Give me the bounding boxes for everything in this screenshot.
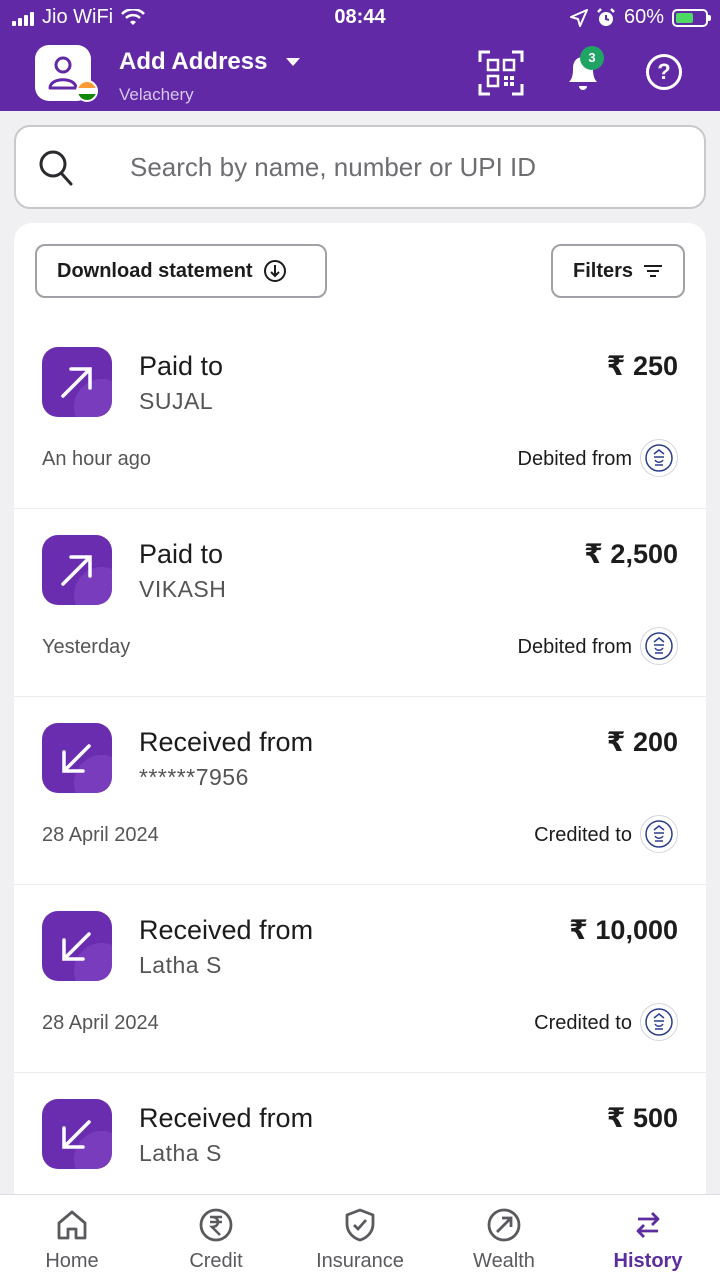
transaction-party: Latha S bbox=[139, 952, 222, 978]
swap-arrows-icon bbox=[636, 1212, 660, 1238]
address-location: Velachery bbox=[119, 85, 194, 104]
transaction-account-label: Credited to bbox=[534, 824, 632, 846]
transaction-date: An hour ago bbox=[42, 448, 151, 470]
filter-icon bbox=[644, 265, 663, 277]
app-header: Jio WiFi 08:44 60% Add Address Velachery… bbox=[0, 0, 720, 111]
nav-credit-label: Credit bbox=[189, 1250, 243, 1272]
alarm-icon bbox=[597, 7, 615, 26]
transaction-date: Yesterday bbox=[42, 636, 131, 658]
transaction-party: Latha S bbox=[139, 1140, 222, 1166]
nav-insurance[interactable]: Insurance bbox=[288, 1195, 432, 1280]
transaction-account-label: Credited to bbox=[534, 1012, 632, 1034]
transaction-row[interactable]: Received from Latha S ₹ 10,000 28 April … bbox=[14, 885, 706, 1073]
transaction-row[interactable]: Paid to SUJAL ₹ 250 An hour ago Debited … bbox=[14, 321, 706, 509]
transaction-account-label: Debited from bbox=[517, 448, 633, 470]
transaction-type: Received from bbox=[139, 915, 314, 945]
transaction-row[interactable]: Paid to VIKASH ₹ 2,500 Yesterday Debited… bbox=[14, 509, 706, 697]
chevron-down-icon[interactable] bbox=[286, 58, 300, 66]
transaction-amount: ₹ 10,000 bbox=[569, 915, 678, 945]
paid-arrow-icon bbox=[42, 347, 112, 417]
transaction-type: Received from bbox=[139, 1103, 314, 1133]
nav-credit[interactable]: Credit bbox=[144, 1195, 288, 1280]
transaction-date: 28 April 2024 bbox=[42, 824, 159, 846]
nav-history[interactable]: History bbox=[576, 1195, 720, 1280]
nav-wealth[interactable]: Wealth bbox=[432, 1195, 576, 1280]
nav-wealth-label: Wealth bbox=[473, 1250, 535, 1272]
nav-home-label: Home bbox=[45, 1250, 99, 1272]
received-arrow-icon bbox=[42, 911, 112, 981]
search-input[interactable] bbox=[130, 147, 690, 187]
qr-scan-button[interactable] bbox=[478, 50, 524, 96]
qr-code-icon bbox=[478, 50, 524, 96]
transaction-amount: ₹ 500 bbox=[606, 1103, 678, 1133]
paid-arrow-icon bbox=[42, 535, 112, 605]
download-icon bbox=[263, 260, 286, 282]
help-button[interactable]: ? bbox=[646, 54, 682, 90]
india-flag-icon bbox=[76, 80, 98, 102]
transaction-amount: ₹ 2,500 bbox=[584, 539, 678, 569]
address-title[interactable]: Add Address bbox=[119, 48, 267, 76]
nav-insurance-label: Insurance bbox=[316, 1250, 404, 1272]
bank-logo-icon bbox=[640, 1003, 678, 1041]
status-bar: Jio WiFi 08:44 60% bbox=[0, 0, 720, 36]
download-statement-label: Download statement bbox=[57, 259, 253, 282]
transaction-party: VIKASH bbox=[139, 576, 227, 602]
rupee-icon bbox=[199, 1208, 233, 1242]
bank-logo-icon bbox=[640, 815, 678, 853]
notification-badge: 3 bbox=[580, 46, 604, 70]
transaction-type: Received from bbox=[139, 727, 314, 757]
transaction-account-label: Debited from bbox=[517, 636, 633, 658]
transaction-type: Paid to bbox=[139, 539, 224, 569]
transaction-date: 28 April 2024 bbox=[42, 1012, 159, 1034]
download-statement-button[interactable]: Download statement bbox=[35, 244, 327, 298]
nav-home[interactable]: Home bbox=[0, 1195, 144, 1280]
history-panel: Download statement Filters Paid to SUJAL… bbox=[14, 223, 706, 1280]
search-icon bbox=[39, 150, 73, 186]
battery-percent: 60% bbox=[623, 6, 664, 28]
transaction-type: Paid to bbox=[139, 351, 224, 381]
bank-logo-icon bbox=[640, 627, 678, 665]
nav-history-label: History bbox=[613, 1250, 683, 1272]
received-arrow-icon bbox=[42, 723, 112, 793]
transaction-party: ******7956 bbox=[139, 764, 249, 790]
bottom-navigation: Home Credit Insurance Wealth History bbox=[0, 1194, 720, 1280]
compass-arrow-icon bbox=[487, 1208, 521, 1242]
received-arrow-icon bbox=[42, 1099, 112, 1169]
shield-check-icon bbox=[345, 1208, 375, 1242]
home-icon bbox=[57, 1210, 87, 1240]
transaction-amount: ₹ 200 bbox=[606, 727, 678, 757]
battery-icon bbox=[672, 8, 711, 27]
location-arrow-icon bbox=[569, 8, 588, 27]
bank-logo-icon bbox=[640, 439, 678, 477]
transaction-party: SUJAL bbox=[139, 388, 214, 414]
filters-button[interactable]: Filters bbox=[551, 244, 685, 298]
filters-label: Filters bbox=[573, 259, 634, 282]
transaction-row[interactable]: Received from ******7956 ₹ 200 28 April … bbox=[14, 697, 706, 885]
search-bar[interactable] bbox=[14, 125, 706, 209]
status-right: 60% bbox=[569, 6, 711, 29]
transaction-amount: ₹ 250 bbox=[606, 351, 678, 381]
user-icon bbox=[48, 56, 78, 90]
